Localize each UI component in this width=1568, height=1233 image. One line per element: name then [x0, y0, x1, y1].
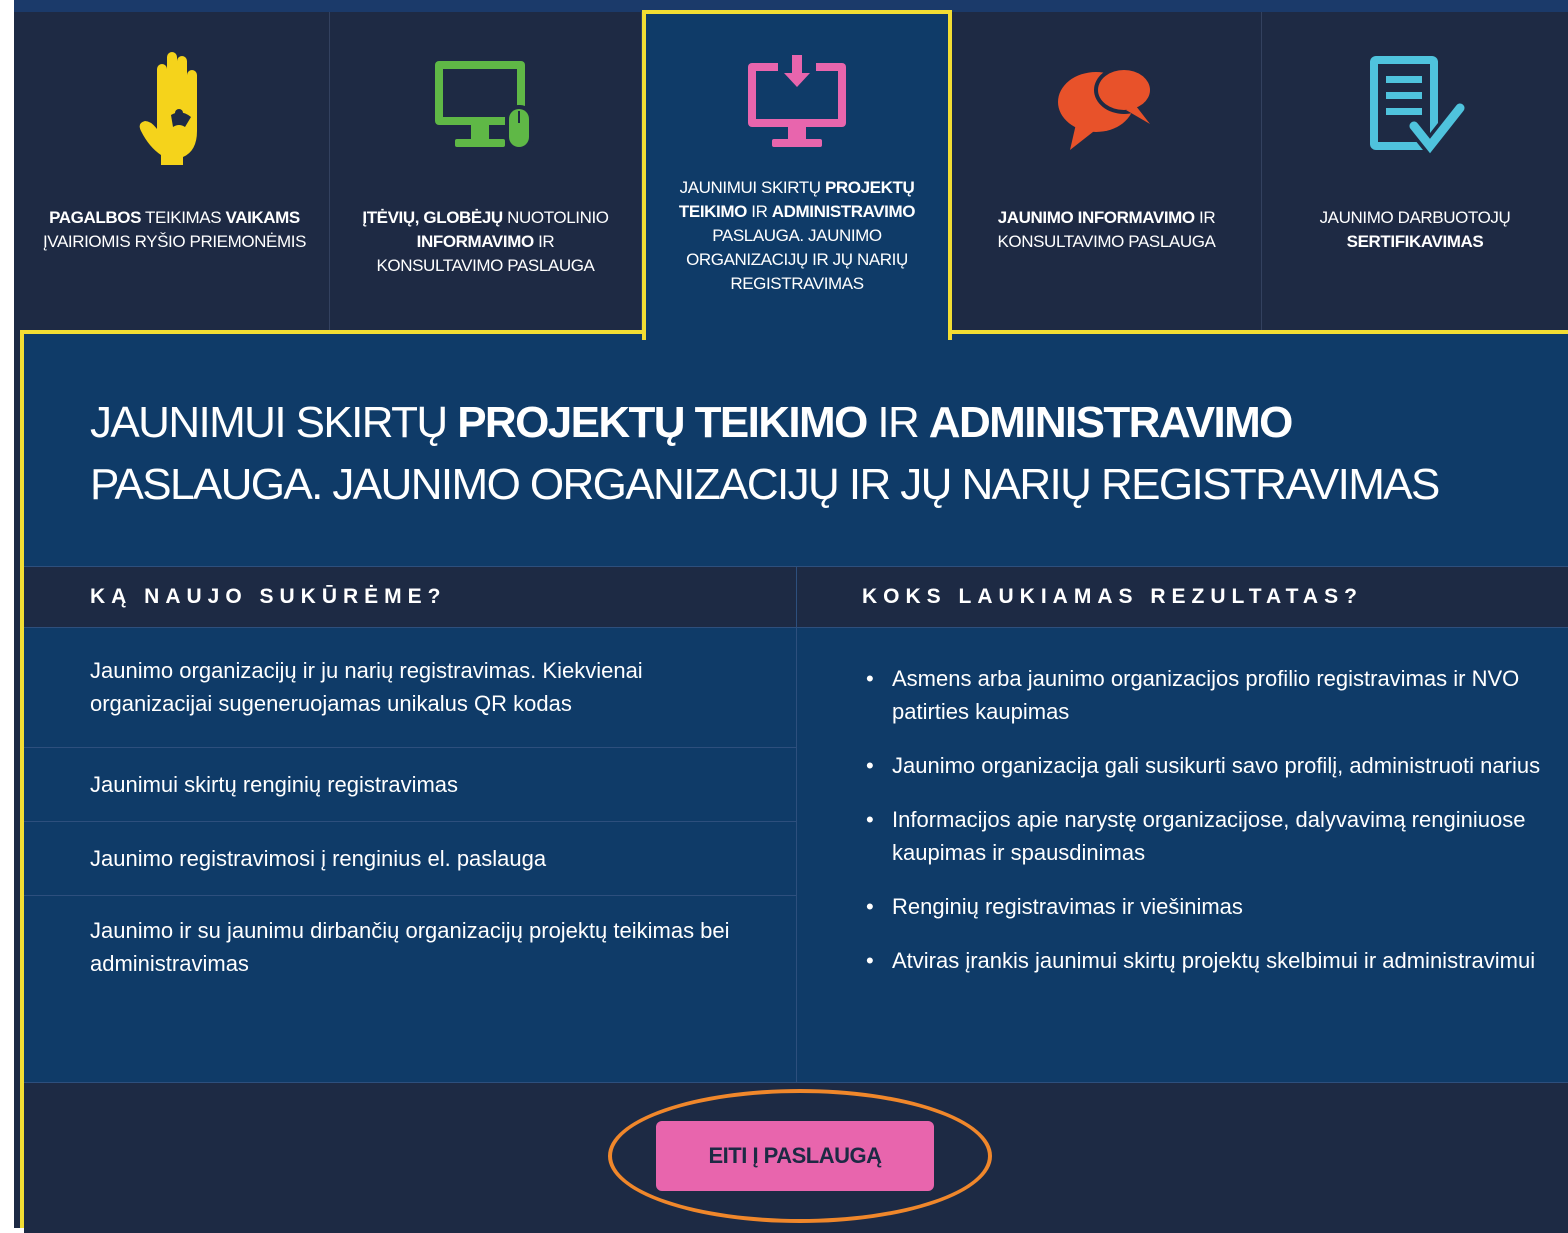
- tab-youth-info[interactable]: JAUNIMO INFORMAVIMO IR KONSULTAVIMO PASLA…: [952, 12, 1262, 332]
- tab-label: JAUNIMO DARBUOTOJŲ SERTIFIKAVIMAS: [1319, 208, 1511, 251]
- service-panel: JAUNIMUI SKIRTŲ PROJEKTŲ TEIKIMO IR ADMI…: [20, 330, 1568, 1233]
- tab-label: ĮTĖVIŲ, GLOBĖJŲ NUOTOLINIO INFORMAVIMO IR…: [362, 208, 609, 275]
- list-item: Jaunimo organizacijų ir ju narių registr…: [24, 626, 796, 748]
- list-item-text: Informacijos apie narystę organizacijose…: [892, 807, 1526, 865]
- computer-icon: [431, 42, 541, 172]
- list-item-text: Jaunimo ir su jaunimu dirbančių organiza…: [90, 918, 730, 976]
- tab-child-help[interactable]: PAGALBOS TEIKIMAS VAIKAMS ĮVAIRIOMIS RYŠI…: [20, 12, 330, 332]
- results-list: • Asmens arba jaunimo organizacijos profi…: [862, 662, 1542, 998]
- list-item: • Asmens arba jaunimo organizacijos profi…: [866, 666, 1520, 724]
- list-item-text: Renginių registravimas ir viešinimas: [892, 894, 1243, 919]
- right-column-heading: KOKS LAUKIAMAS REZULTATAS?: [862, 585, 1363, 608]
- tab-youth-projects[interactable]: JAUNIMUI SKIRTŲ PROJEKTŲ TEIKIMO IR ADMIN…: [642, 10, 952, 340]
- list-item-text: Jaunimui skirtų renginių registravimas: [90, 772, 459, 797]
- download-monitor-icon: [742, 48, 852, 158]
- list-item-text: Atviras įrankis jaunimui skirtų projektų…: [892, 948, 1536, 973]
- list-item-text: Asmens arba jaunimo organizacijos profil…: [892, 666, 1520, 724]
- go-to-service-button[interactable]: EITI Į PASLAUGĄ: [656, 1121, 934, 1191]
- left-column-heading: KĄ NAUJO SUKŪRĖME?: [90, 585, 447, 608]
- list-item-text: Jaunimo registravimosi į renginius el. p…: [90, 846, 547, 871]
- list-item: • Jaunimo organizacija gali susikurti sav…: [866, 753, 1541, 778]
- chat-bubbles-icon: [1052, 42, 1162, 172]
- tab-label: JAUNIMUI SKIRTŲ PROJEKTŲ TEIKIMO IR ADMIN…: [678, 178, 916, 293]
- column-divider: [796, 566, 797, 1082]
- list-item: • Informacijos apie narystę organizacijos…: [866, 807, 1526, 865]
- tab-label: JAUNIMO INFORMAVIMO IR KONSULTAVIMO PASLA…: [997, 208, 1216, 251]
- list-item: Jaunimo registravimosi į renginius el. p…: [24, 822, 796, 896]
- page-title: JAUNIMUI SKIRTŲ PROJEKTŲ TEIKIMO IR ADMI…: [90, 398, 1440, 509]
- footer-bar: EITI Į PASLAUGĄ: [24, 1082, 1568, 1233]
- service-tabs: PAGALBOS TEIKIMAS VAIKAMS ĮVAIRIOMIS RYŠI…: [20, 10, 1568, 340]
- features-list: Jaunimo organizacijų ir ju narių registr…: [24, 626, 796, 1006]
- list-item: • Renginių registravimas ir viešinimas: [866, 894, 1243, 919]
- tab-parents-info[interactable]: ĮTĖVIŲ, GLOBĖJŲ NUOTOLINIO INFORMAVIMO IR…: [330, 12, 642, 332]
- list-item: • Atviras įrankis jaunimui skirtų projekt…: [866, 948, 1536, 973]
- list-item-text: Jaunimo organizacija gali susikurti savo…: [892, 753, 1541, 778]
- hand-icon: [135, 42, 215, 172]
- tab-worker-certification[interactable]: JAUNIMO DARBUOTOJŲ SERTIFIKAVIMAS: [1262, 12, 1568, 332]
- document-check-icon: [1360, 42, 1470, 172]
- list-item: Jaunimo ir su jaunimu dirbančių organiza…: [24, 896, 796, 1006]
- tab-label: PAGALBOS TEIKIMAS VAIKAMS ĮVAIRIOMIS RYŠI…: [42, 208, 307, 251]
- list-item-text: Jaunimo organizacijų ir ju narių registr…: [90, 657, 643, 716]
- list-item: Jaunimui skirtų renginių registravimas: [24, 748, 796, 822]
